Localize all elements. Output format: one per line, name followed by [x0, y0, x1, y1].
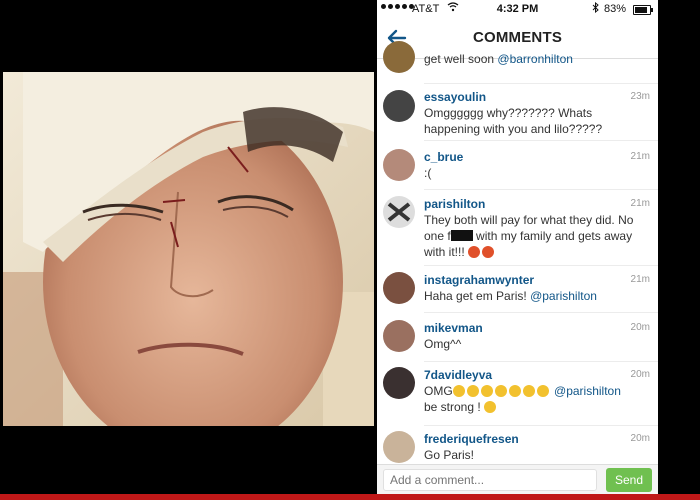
list-item: mikevman 20m Omg^^ [377, 320, 658, 360]
send-button[interactable]: Send [606, 468, 652, 492]
photo-illustration [3, 72, 374, 426]
avatar[interactable] [383, 272, 415, 304]
crying-face-icon [536, 385, 549, 397]
mention-link[interactable]: @parishilton [554, 384, 621, 398]
avatar[interactable] [383, 196, 415, 228]
list-item: instagrahamwynter 21m Haha get em Paris!… [377, 272, 658, 312]
bottom-strip [0, 494, 700, 500]
comment-input[interactable] [383, 469, 597, 491]
comment-time: 20m [630, 433, 650, 444]
angry-face-icon [484, 401, 497, 413]
post-photo [3, 72, 374, 426]
comment-text: They both will pay for what they did. No… [424, 213, 634, 259]
comment-text: get well soon @barronhilton [424, 52, 573, 66]
crying-face-icon [508, 385, 521, 397]
list-item: parishilton 21m They both will pay for w… [377, 196, 658, 264]
avatar[interactable] [383, 367, 415, 399]
redaction-bar [450, 230, 473, 241]
comment-username[interactable]: 7davidleyva [424, 368, 492, 382]
mention-link[interactable]: @parishilton [530, 289, 597, 303]
comment-time: 23m [630, 91, 650, 102]
unamused-face-icon [466, 385, 479, 397]
comment-username[interactable]: mikevman [424, 321, 483, 335]
battery-level [635, 7, 647, 13]
comment-input-bar: Send [377, 464, 658, 494]
comment-text: Haha get em Paris! @parishilton [424, 289, 597, 303]
status-bar: AT&T 4:32 PM 83% [377, 0, 658, 18]
comment-text: OMG @parishilton be strong ! [424, 384, 621, 414]
mention-link[interactable]: @barronhilton [497, 52, 573, 66]
angry-face-icon [482, 246, 495, 258]
avatar[interactable] [383, 90, 415, 122]
comment-time: 20m [630, 369, 650, 380]
bluetooth-icon [592, 1, 599, 16]
comment-time: 21m [630, 198, 650, 209]
comment-text: Go Paris! [424, 448, 475, 462]
battery-icon [633, 5, 653, 15]
comment-time: 21m [630, 151, 650, 162]
comment-username[interactable]: essayoulin [424, 90, 486, 104]
page-title: COMMENTS [472, 29, 563, 46]
comment-username[interactable]: c_brue [424, 150, 463, 164]
comment-username[interactable]: instagrahamwynter [424, 273, 534, 287]
comment-time: 20m [630, 322, 650, 333]
crying-face-icon [522, 385, 535, 397]
comment-username[interactable]: frederiquefresen [424, 432, 519, 446]
avatar[interactable] [383, 431, 415, 463]
avatar[interactable] [383, 41, 415, 73]
comment-username[interactable]: parishilton [424, 197, 485, 211]
angry-face-icon [468, 246, 481, 258]
list-item: get well soon @barronhilton [377, 41, 658, 79]
comment-text: Omgggggg why??????? Whats happening with… [424, 106, 603, 136]
battery-percent: 83% [604, 3, 627, 15]
list-item: frederiquefresen 20m Go Paris! [377, 431, 658, 467]
comment-text: :( [424, 166, 432, 180]
comment-text: Omg^^ [424, 337, 462, 351]
comments-screen: AT&T 4:32 PM 83% COMMENTS get well soon … [377, 0, 658, 494]
avatar[interactable] [383, 320, 415, 352]
unamused-face-icon [480, 385, 493, 397]
list-item: essayoulin 23m Omgggggg why??????? Whats… [377, 90, 658, 140]
crying-face-icon [494, 385, 507, 397]
list-item: 7davidleyva 20m OMG @parishilton be stron… [377, 367, 658, 422]
list-item: c_brue 21m :( [377, 149, 658, 189]
comment-time: 21m [630, 274, 650, 285]
avatar[interactable] [383, 149, 415, 181]
unamused-face-icon [452, 385, 465, 397]
